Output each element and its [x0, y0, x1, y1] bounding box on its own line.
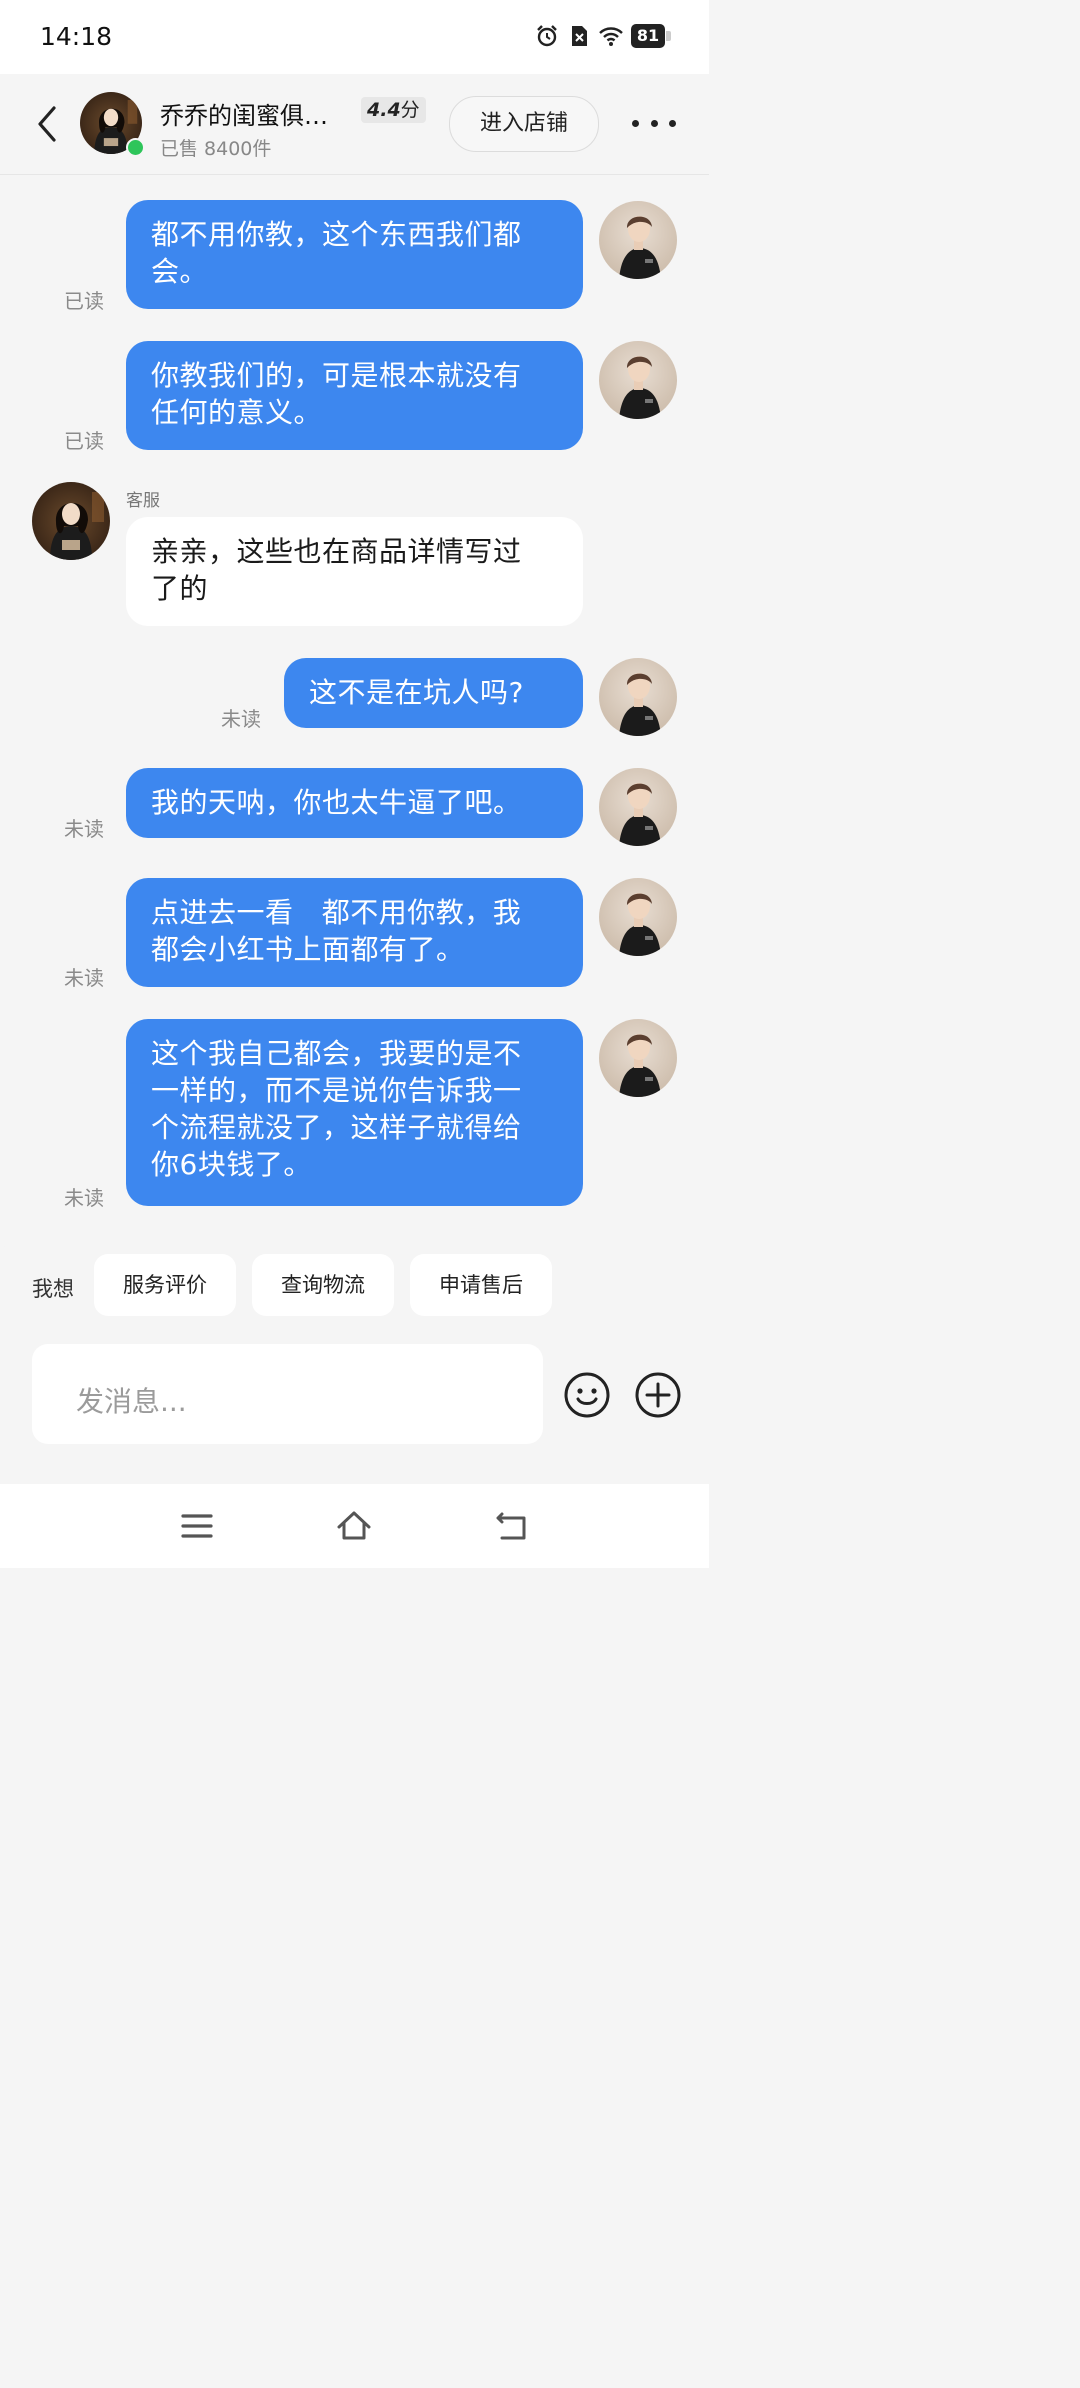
- back-nav-icon[interactable]: [494, 1508, 530, 1544]
- emoji-icon[interactable]: [563, 1371, 611, 1419]
- outgoing-message-bubble[interactable]: 我的天呐，你也太牛逼了吧。: [126, 768, 583, 838]
- status-time: 14:18: [40, 22, 113, 51]
- online-indicator: [126, 138, 145, 157]
- message-line: 会。: [151, 255, 209, 288]
- message-input-placeholder: 发消息...: [76, 1385, 187, 1418]
- message-line: 亲亲，这些也在商品详情写过: [151, 535, 522, 568]
- composer-panel: 我想 服务评价 查询物流 申请售后 发消息...: [0, 1238, 709, 1484]
- read-status: 已读: [64, 429, 104, 453]
- incoming-message-bubble[interactable]: 亲亲，这些也在商品详情写过 了的: [126, 517, 583, 626]
- my-avatar[interactable]: [599, 878, 677, 956]
- rating-unit: 分: [400, 99, 420, 121]
- shop-name[interactable]: 乔乔的闺蜜俱…: [160, 96, 355, 131]
- no-sim-icon: [572, 26, 587, 46]
- message-line: 这个我自己都会，我要的是不: [151, 1037, 522, 1070]
- status-icons: 81: [535, 24, 671, 48]
- message-line: 个流程就没了，这样子就得给: [151, 1111, 522, 1144]
- menu-icon[interactable]: [179, 1508, 215, 1544]
- wifi-icon: [599, 27, 623, 46]
- my-avatar[interactable]: [599, 768, 677, 846]
- message-line: 你教我们的，可是根本就没有: [151, 359, 522, 392]
- message-line: 了的: [151, 572, 209, 605]
- back-arrow-icon[interactable]: [30, 102, 64, 146]
- battery-icon: 81: [631, 24, 671, 48]
- battery-level: 81: [631, 24, 665, 48]
- outgoing-message-bubble[interactable]: 你教我们的，可是根本就没有 任何的意义。: [126, 341, 583, 450]
- read-status: 未读: [64, 1186, 104, 1210]
- read-status: 未读: [64, 966, 104, 990]
- alarm-icon: [537, 25, 557, 47]
- read-status: 未读: [221, 707, 261, 731]
- my-avatar[interactable]: [599, 341, 677, 419]
- chip-service-review[interactable]: 服务评价: [94, 1254, 236, 1316]
- message-line: 这不是在坑人吗?: [309, 676, 524, 709]
- enter-shop-button[interactable]: 进入店铺: [449, 96, 599, 152]
- sender-label: 客服: [126, 491, 160, 511]
- home-icon[interactable]: [336, 1508, 372, 1544]
- message-line: 你6块钱了。: [151, 1148, 312, 1181]
- my-avatar[interactable]: [599, 1019, 677, 1097]
- message-input[interactable]: 发消息...: [32, 1344, 543, 1444]
- read-status: 未读: [64, 817, 104, 841]
- my-avatar[interactable]: [599, 658, 677, 736]
- plus-icon[interactable]: [634, 1371, 682, 1419]
- outgoing-message-bubble[interactable]: 都不用你教，这个东西我们都 会。: [126, 200, 583, 309]
- outgoing-message-bubble[interactable]: 点进去一看 都不用你教，我 都会小红书上面都有了。: [126, 878, 583, 987]
- quick-actions-label: 我想: [32, 1277, 74, 1301]
- message-line: 任何的意义。: [151, 396, 323, 429]
- read-status: 已读: [64, 289, 104, 313]
- message-line: 都不用你教，这个东西我们都: [151, 218, 522, 251]
- my-avatar[interactable]: [599, 201, 677, 279]
- chip-after-sales[interactable]: 申请售后: [410, 1254, 552, 1316]
- system-nav-bar: [0, 1484, 709, 1568]
- outgoing-message-bubble[interactable]: 这个我自己都会，我要的是不 一样的，而不是说你告诉我一 个流程就没了，这样子就得…: [126, 1019, 583, 1206]
- outgoing-message-bubble[interactable]: 这不是在坑人吗?: [284, 658, 583, 728]
- rating-value: 4.4: [367, 99, 401, 121]
- message-line: 一样的，而不是说你告诉我一: [151, 1074, 522, 1107]
- status-bar: 14:18 81: [0, 0, 709, 74]
- chat-header: 乔乔的闺蜜俱… 4.4分 已售 8400件 进入店铺: [0, 74, 709, 175]
- shop-rating-badge: 4.4分: [361, 97, 426, 123]
- message-line: 都会小红书上面都有了。: [151, 933, 465, 966]
- chip-track-shipping[interactable]: 查询物流: [252, 1254, 394, 1316]
- sold-count: 已售 8400件: [160, 138, 272, 160]
- more-options-icon[interactable]: [632, 114, 676, 132]
- message-line: 点进去一看 都不用你教，我: [151, 896, 522, 929]
- message-line: 我的天呐，你也太牛逼了吧。: [151, 786, 522, 819]
- agent-avatar[interactable]: [32, 482, 110, 560]
